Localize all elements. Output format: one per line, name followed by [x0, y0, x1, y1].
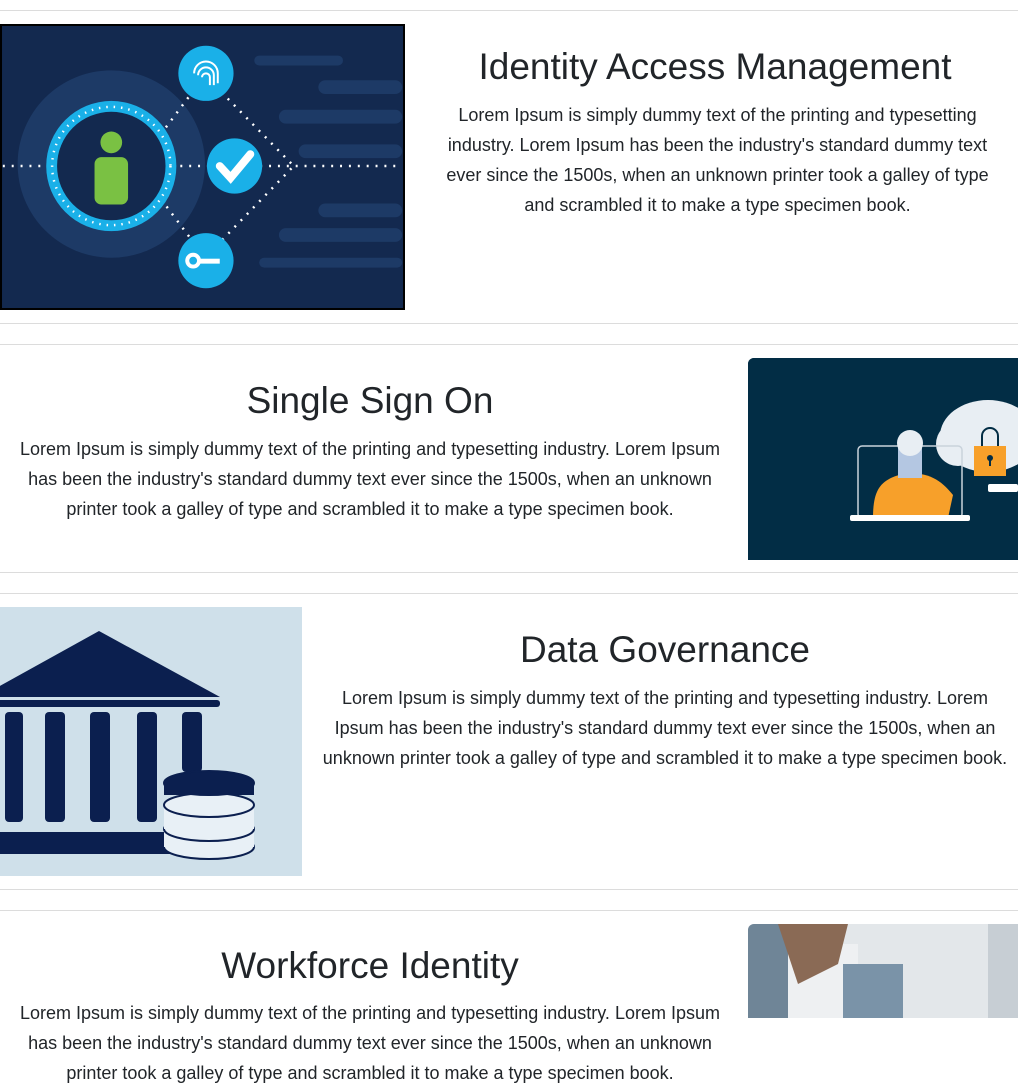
identity-access-image [0, 24, 405, 310]
data-governance-image [0, 607, 302, 876]
single-sign-on-image [748, 358, 1018, 560]
section-description: Lorem Ipsum is simply dummy text of the … [322, 688, 1008, 768]
section-title: Data Governance [519, 629, 810, 670]
divider [0, 344, 1018, 345]
section-title: Workforce Identity [221, 945, 519, 986]
section-description: Lorem Ipsum is simply dummy text of the … [446, 105, 989, 215]
section-title: Single Sign On [246, 380, 494, 421]
section-description: Lorem Ipsum is simply dummy text of the … [20, 1003, 720, 1083]
divider [0, 910, 1018, 911]
section-description: Lorem Ipsum is simply dummy text of the … [20, 439, 720, 519]
divider [0, 572, 1018, 573]
divider [0, 10, 1018, 11]
divider [0, 593, 1018, 594]
divider [0, 323, 1018, 324]
workforce-image [748, 924, 1018, 1018]
divider [0, 889, 1018, 890]
section-title: Identity Access Management [478, 46, 952, 87]
